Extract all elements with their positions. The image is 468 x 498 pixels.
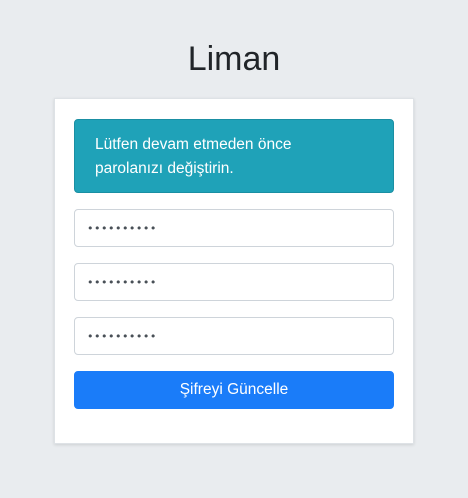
update-password-button[interactable]: Şifreyi Güncelle — [74, 371, 394, 409]
change-password-page: Liman Lütfen devam etmeden önce parolanı… — [0, 0, 468, 498]
alert-line-2: parolanızı değiştirin. — [95, 160, 234, 177]
current-password-field[interactable] — [74, 209, 394, 247]
alert-line-1: Lütfen devam etmeden önce — [95, 136, 292, 153]
info-alert: Lütfen devam etmeden önce parolanızı değ… — [74, 119, 394, 193]
page-title: Liman — [187, 40, 281, 78]
new-password-field[interactable] — [74, 263, 394, 301]
confirm-password-field[interactable] — [74, 317, 394, 355]
password-card: Lütfen devam etmeden önce parolanızı değ… — [54, 98, 414, 444]
